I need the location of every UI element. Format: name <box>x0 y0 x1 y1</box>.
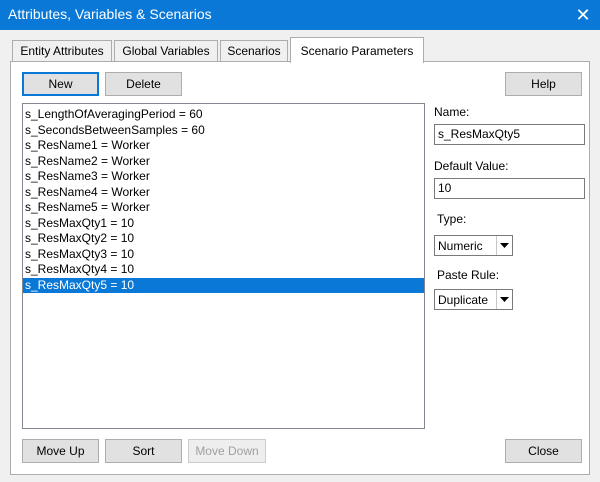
chevron-down-icon[interactable] <box>496 290 512 309</box>
name-field[interactable]: s_ResMaxQty5 <box>434 124 585 145</box>
list-item[interactable]: s_ResName5 = Worker <box>23 200 424 216</box>
list-item[interactable]: s_ResMaxQty2 = 10 <box>23 231 424 247</box>
list-item-selected[interactable]: s_ResMaxQty5 = 10 <box>23 277 424 293</box>
tab-global-variables[interactable]: Global Variables <box>114 40 218 61</box>
parameters-list[interactable]: s_LengthOfAveragingPeriod = 60 s_Seconds… <box>22 103 425 429</box>
tab-scenario-parameters[interactable]: Scenario Parameters <box>290 37 424 63</box>
tab-scenarios[interactable]: Scenarios <box>220 40 288 61</box>
new-button[interactable]: New <box>22 72 99 96</box>
paste-rule-select[interactable]: Duplicate <box>434 289 513 310</box>
list-item[interactable]: s_ResName3 = Worker <box>23 169 424 185</box>
default-value-label: Default Value: <box>434 159 509 173</box>
list-item[interactable]: s_ResName2 = Worker <box>23 154 424 170</box>
close-window-icon[interactable]: ✕ <box>566 0 600 30</box>
default-value-field[interactable]: 10 <box>434 178 585 199</box>
chevron-down-icon[interactable] <box>496 236 512 255</box>
list-item[interactable]: s_ResMaxQty4 = 10 <box>23 262 424 278</box>
type-select[interactable]: Numeric <box>434 235 513 256</box>
paste-rule-label: Paste Rule: <box>437 268 500 282</box>
delete-button[interactable]: Delete <box>105 72 182 96</box>
paste-rule-select-value: Duplicate <box>438 292 489 307</box>
list-item[interactable]: s_ResName4 = Worker <box>23 185 424 201</box>
list-item[interactable]: s_ResMaxQty1 = 10 <box>23 216 424 232</box>
close-button[interactable]: Close <box>505 439 582 463</box>
sort-button[interactable]: Sort <box>105 439 182 463</box>
list-item[interactable]: s_SecondsBetweenSamples = 60 <box>23 123 424 139</box>
list-item[interactable]: s_LengthOfAveragingPeriod = 60 <box>23 107 424 123</box>
help-button[interactable]: Help <box>505 72 582 96</box>
window-title: Attributes, Variables & Scenarios <box>8 6 212 22</box>
move-up-button[interactable]: Move Up <box>22 439 99 463</box>
move-down-button[interactable]: Move Down <box>188 439 266 463</box>
type-select-value: Numeric <box>438 238 483 253</box>
list-item[interactable]: s_ResMaxQty3 = 10 <box>23 247 424 263</box>
type-label: Type: <box>437 212 467 226</box>
list-item[interactable]: s_ResName1 = Worker <box>23 138 424 154</box>
tab-entity-attributes[interactable]: Entity Attributes <box>12 40 112 61</box>
name-label: Name: <box>434 105 470 119</box>
